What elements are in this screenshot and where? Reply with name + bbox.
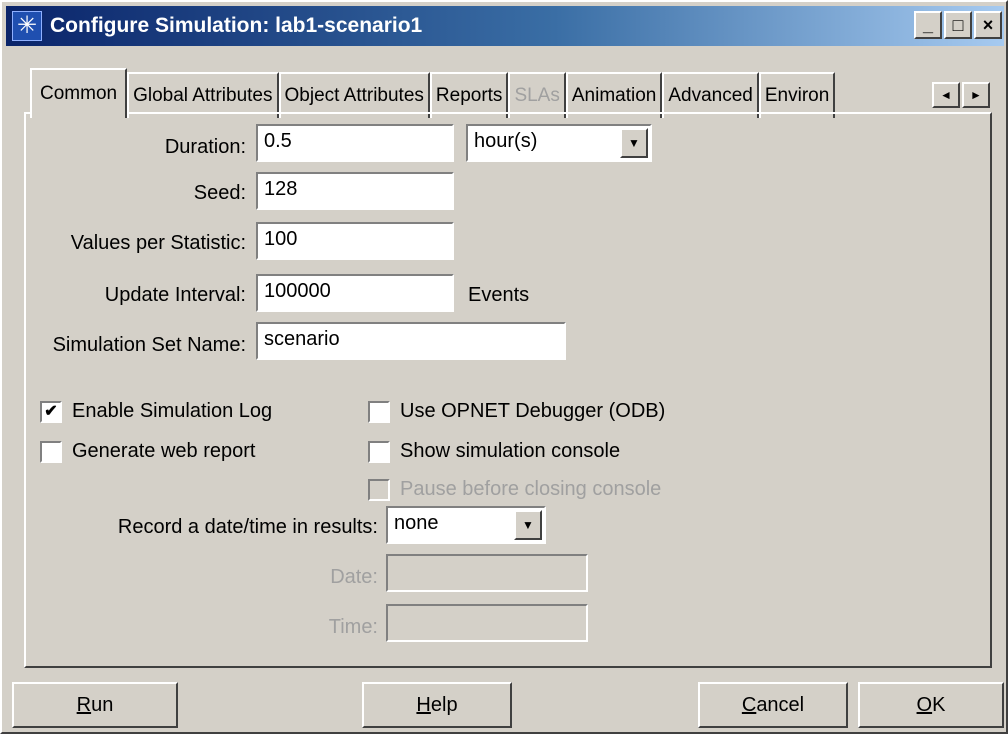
maximize-button[interactable]: □: [944, 11, 972, 39]
update-interval-unit: Events: [468, 284, 530, 306]
show-simulation-console-label: Show simulation console: [400, 440, 621, 462]
ok-mnemonic: O: [916, 693, 933, 716]
time-label: Time:: [328, 616, 378, 638]
use-opnet-debugger-checkbox[interactable]: Use OPNET Debugger (ODB): [368, 400, 665, 423]
asterisk-icon: ✳: [12, 11, 42, 41]
tab-scroll-left-icon[interactable]: ◄: [932, 82, 960, 108]
simulation-set-name-label: Simulation Set Name:: [52, 334, 246, 356]
ok-button[interactable]: OK: [858, 682, 1004, 728]
dialog-window: ✳ Configure Simulation: lab1-scenario1 _…: [0, 0, 1008, 734]
values-per-statistic-label: Values per Statistic:: [70, 232, 246, 254]
pause-before-closing-console-label: Pause before closing console: [400, 478, 662, 500]
values-per-statistic-field[interactable]: 100: [256, 222, 454, 260]
record-date-time-select[interactable]: none ▼: [386, 506, 546, 544]
duration-unit-value: hour(s): [474, 130, 538, 152]
chevron-down-icon[interactable]: ▼: [514, 510, 542, 540]
checkbox-empty-icon: [40, 440, 62, 463]
checkbox-empty-icon: [368, 440, 390, 463]
cancel-button[interactable]: Cancel: [698, 682, 848, 728]
help-button[interactable]: Help: [362, 682, 512, 728]
simulation-set-name-field[interactable]: scenario: [256, 322, 566, 360]
enable-simulation-log-checkbox[interactable]: ✔ Enable Simulation Log: [40, 400, 272, 423]
run-label: un: [91, 693, 114, 716]
checkbox-empty-icon: [368, 478, 390, 501]
chevron-down-icon[interactable]: ▼: [620, 128, 648, 158]
seed-label: Seed:: [193, 182, 246, 204]
run-button[interactable]: Run: [12, 682, 178, 728]
pause-before-closing-console-checkbox: Pause before closing console: [368, 478, 661, 501]
run-mnemonic: R: [76, 693, 92, 716]
tab-scroll-right-icon[interactable]: ►: [962, 82, 990, 108]
generate-web-report-checkbox[interactable]: Generate web report: [40, 440, 255, 463]
show-simulation-console-checkbox[interactable]: Show simulation console: [368, 440, 620, 463]
record-date-time-label: Record a date/time in results:: [117, 516, 378, 538]
seed-field[interactable]: 128: [256, 172, 454, 210]
checkmark-icon: ✔: [40, 400, 62, 423]
update-interval-label: Update Interval:: [104, 284, 246, 306]
tab-common[interactable]: Common: [30, 68, 128, 118]
duration-field[interactable]: 0.5: [256, 124, 454, 162]
generate-web-report-label: Generate web report: [72, 440, 256, 462]
use-opnet-debugger-label: Use OPNET Debugger (ODB): [400, 400, 666, 422]
title-bar[interactable]: ✳ Configure Simulation: lab1-scenario1 _…: [6, 6, 1004, 46]
checkbox-empty-icon: [368, 400, 390, 423]
time-field: [386, 604, 588, 642]
cancel-label: ancel: [756, 693, 805, 716]
date-label: Date:: [330, 566, 378, 588]
cancel-mnemonic: C: [741, 693, 757, 716]
help-mnemonic: H: [416, 693, 431, 716]
close-button[interactable]: ×: [974, 11, 1002, 39]
duration-label: Duration:: [164, 136, 246, 158]
enable-simulation-log-label: Enable Simulation Log: [72, 400, 273, 422]
date-field: [386, 554, 588, 592]
tab-strip: Common Global Attributes Object Attribut…: [30, 68, 836, 118]
help-label: elp: [430, 693, 458, 716]
update-interval-field[interactable]: 100000: [256, 274, 454, 312]
duration-unit-select[interactable]: hour(s) ▼: [466, 124, 652, 162]
window-title: Configure Simulation: lab1-scenario1: [50, 14, 423, 37]
minimize-button[interactable]: _: [914, 11, 942, 39]
ok-label: K: [932, 693, 946, 716]
record-date-time-value: none: [394, 512, 439, 534]
